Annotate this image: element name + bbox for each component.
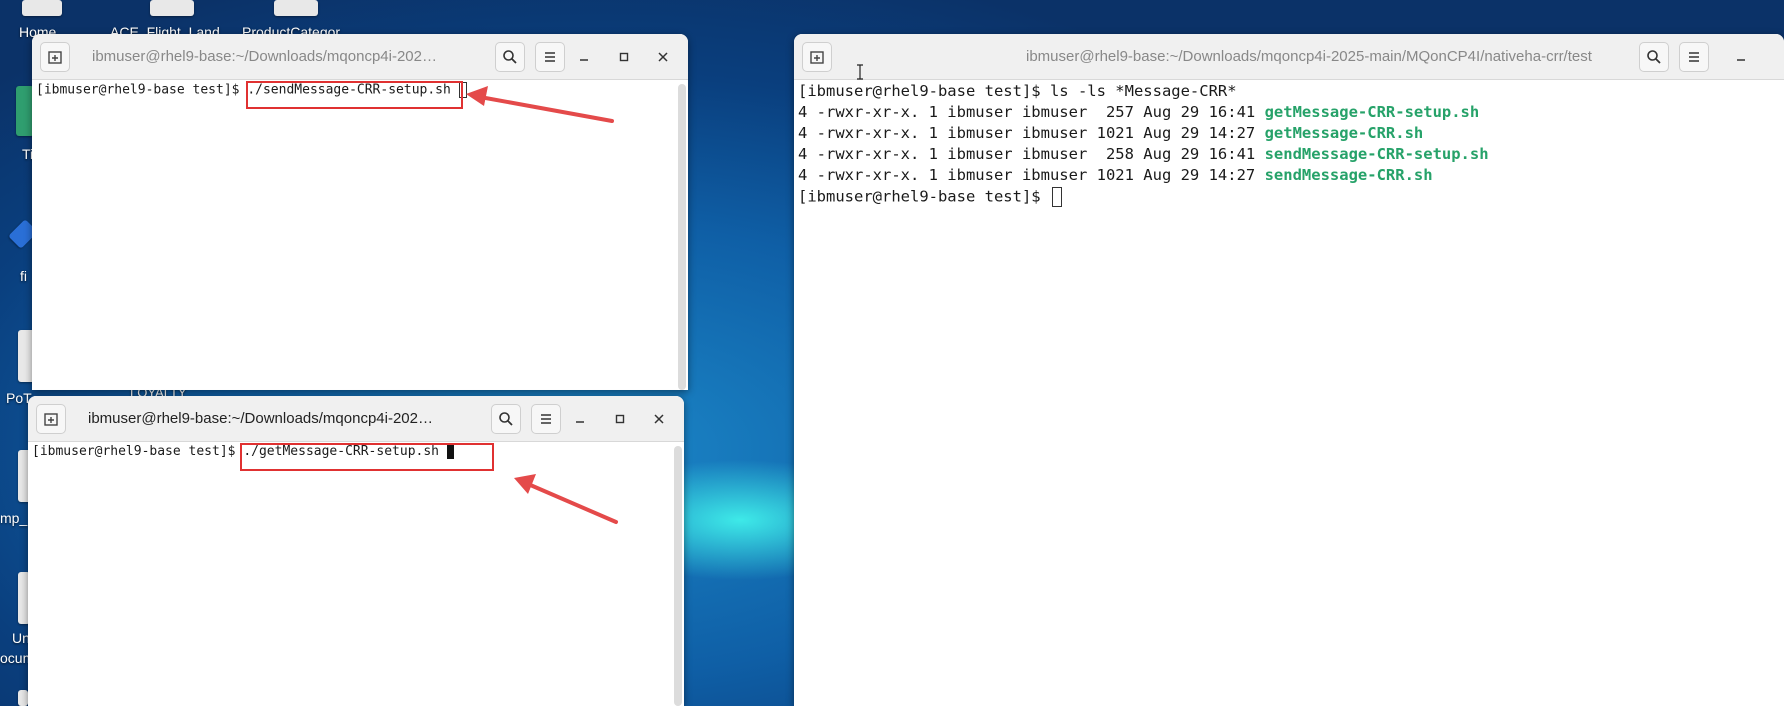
highlight-box-send-command bbox=[246, 81, 463, 109]
file-icon bbox=[150, 0, 194, 16]
listing-filename[interactable]: sendMessage-CRR.sh bbox=[1265, 166, 1433, 184]
close-icon bbox=[658, 52, 668, 62]
search-icon bbox=[1647, 50, 1661, 64]
listing-meta: 4 -rwxr-xr-x. 1 ibmuser ibmuser 1021 Aug… bbox=[798, 124, 1265, 142]
maximize-button[interactable] bbox=[605, 404, 635, 434]
new-tab-button[interactable] bbox=[36, 404, 66, 434]
search-button[interactable] bbox=[495, 42, 525, 72]
desktop-icon-label: mp_ bbox=[0, 510, 28, 526]
terminal-line: [ibmuser@rhel9-base test]$ ls -ls *Messa… bbox=[798, 82, 1237, 100]
minimize-icon bbox=[1737, 59, 1745, 61]
minimize-button[interactable] bbox=[565, 404, 595, 434]
new-tab-button[interactable] bbox=[802, 42, 832, 72]
new-tab-icon bbox=[810, 51, 824, 64]
window-title: ibmuser@rhel9-base:~/Downloads/mqoncp4i-… bbox=[1026, 48, 1592, 65]
menu-button[interactable] bbox=[535, 42, 565, 72]
terminal-content[interactable]: [ibmuser@rhel9-base test]$ ./getMessage-… bbox=[28, 442, 684, 706]
prompt: [ibmuser@rhel9-base test]$ bbox=[36, 82, 248, 98]
listing-meta: 4 -rwxr-xr-x. 1 ibmuser ibmuser 258 Aug … bbox=[798, 145, 1265, 163]
prompt: [ibmuser@rhel9-base test]$ bbox=[798, 187, 1050, 206]
new-tab-button[interactable] bbox=[40, 42, 70, 72]
search-button[interactable] bbox=[491, 404, 521, 434]
new-tab-icon bbox=[48, 51, 62, 64]
listing-row: 4 -rwxr-xr-x. 1 ibmuser ibmuser 257 Aug … bbox=[798, 103, 1479, 121]
minimize-icon bbox=[580, 59, 588, 61]
home-folder-icon bbox=[22, 0, 62, 16]
search-icon bbox=[499, 412, 513, 426]
close-button[interactable] bbox=[648, 42, 678, 72]
close-icon bbox=[654, 414, 664, 424]
window-header[interactable]: ibmuser@rhel9-base:~/Downloads/mqoncp4i-… bbox=[28, 396, 684, 442]
file-icon bbox=[274, 0, 318, 16]
maximize-icon bbox=[619, 52, 629, 62]
close-button[interactable] bbox=[644, 404, 674, 434]
highlight-box-get-command bbox=[240, 443, 494, 471]
listing-filename[interactable]: getMessage-CRR.sh bbox=[1265, 124, 1424, 142]
terminal-cursor bbox=[1051, 187, 1062, 207]
terminal-window-listing[interactable]: ibmuser@rhel9-base:~/Downloads/mqoncp4i-… bbox=[794, 34, 1784, 706]
window-header[interactable]: ibmuser@rhel9-base:~/Downloads/mqoncp4i-… bbox=[794, 34, 1784, 80]
menu-icon bbox=[545, 52, 555, 62]
search-icon bbox=[503, 50, 517, 64]
terminal-content[interactable]: [ibmuser@rhel9-base test]$ ls -ls *Messa… bbox=[794, 80, 1784, 706]
minimize-button[interactable] bbox=[569, 42, 599, 72]
window-header[interactable]: ibmuser@rhel9-base:~/Downloads/mqoncp4i-… bbox=[32, 34, 688, 80]
file-icon bbox=[18, 690, 28, 706]
terminal-content[interactable]: [ibmuser@rhel9-base test]$ ./sendMessage… bbox=[32, 80, 688, 390]
window-title: ibmuser@rhel9-base:~/Downloads/mqoncp4i-… bbox=[92, 48, 437, 65]
terminal-line: [ibmuser@rhel9-base test]$ bbox=[798, 187, 1062, 207]
search-button[interactable] bbox=[1639, 42, 1669, 72]
listing-meta: 4 -rwxr-xr-x. 1 ibmuser ibmuser 257 Aug … bbox=[798, 103, 1265, 121]
listing-row: 4 -rwxr-xr-x. 1 ibmuser ibmuser 1021 Aug… bbox=[798, 166, 1433, 184]
scrollbar[interactable] bbox=[678, 84, 686, 390]
menu-icon bbox=[1689, 52, 1699, 62]
maximize-icon bbox=[615, 414, 625, 424]
window-title: ibmuser@rhel9-base:~/Downloads/mqoncp4i-… bbox=[88, 410, 433, 427]
text-cursor-icon bbox=[857, 64, 863, 80]
menu-button[interactable] bbox=[531, 404, 561, 434]
desktop-icon-label: fi bbox=[20, 268, 27, 284]
maximize-button[interactable] bbox=[609, 42, 639, 72]
new-tab-icon bbox=[44, 413, 58, 426]
listing-row: 4 -rwxr-xr-x. 1 ibmuser ibmuser 1021 Aug… bbox=[798, 124, 1423, 142]
scrollbar[interactable] bbox=[674, 446, 682, 706]
prompt: [ibmuser@rhel9-base test]$ bbox=[32, 444, 244, 459]
minimize-icon bbox=[576, 421, 584, 423]
minimize-button[interactable] bbox=[1726, 42, 1756, 72]
listing-meta: 4 -rwxr-xr-x. 1 ibmuser ibmuser 1021 Aug… bbox=[798, 166, 1265, 184]
menu-button[interactable] bbox=[1679, 42, 1709, 72]
menu-icon bbox=[541, 414, 551, 424]
listing-row: 4 -rwxr-xr-x. 1 ibmuser ibmuser 258 Aug … bbox=[798, 145, 1489, 163]
listing-filename[interactable]: sendMessage-CRR-setup.sh bbox=[1265, 145, 1489, 163]
listing-filename[interactable]: getMessage-CRR-setup.sh bbox=[1265, 103, 1480, 121]
